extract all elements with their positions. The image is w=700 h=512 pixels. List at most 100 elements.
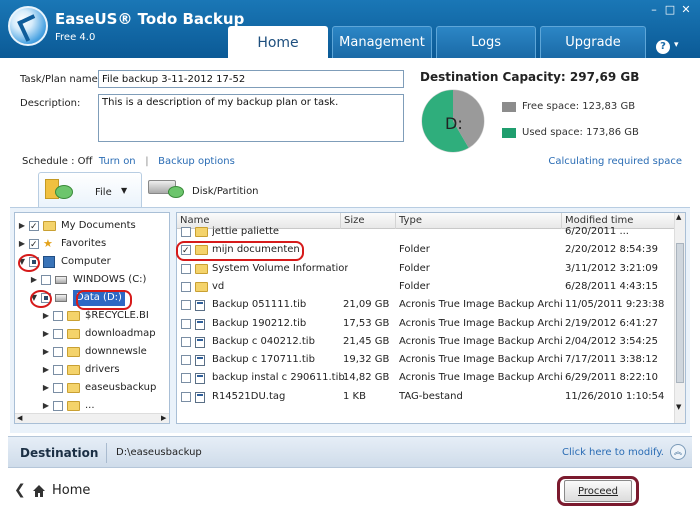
table-row[interactable]: Backup c 040212.tib 21,45 GB Acronis True … <box>177 333 675 351</box>
row-checkbox[interactable] <box>181 373 191 384</box>
expand-icon[interactable]: ▶ <box>41 379 51 397</box>
file-icon <box>195 355 205 367</box>
tree-checkbox[interactable] <box>53 329 63 339</box>
table-row[interactable]: System Volume Information Folder 3/11/2012… <box>177 260 675 278</box>
table-row[interactable]: Backup c 170711.tib 19,32 GB Acronis True … <box>177 351 675 369</box>
scroll-left-icon[interactable]: ◀ <box>17 414 22 422</box>
destination-separator <box>106 443 107 463</box>
home-icon[interactable] <box>32 484 46 498</box>
backup-options-link[interactable]: Backup options <box>158 156 235 167</box>
close-icon[interactable]: ✕ <box>678 3 694 16</box>
drive-icon <box>55 294 67 302</box>
tree-item-label: drivers <box>85 364 120 375</box>
expand-icon[interactable]: ▶ <box>29 271 39 289</box>
file-list-scrollbar[interactable]: ▲ ▼ <box>674 213 685 423</box>
row-checkbox[interactable] <box>181 227 191 237</box>
cell-name: Backup 190212.tib <box>212 317 307 329</box>
tab-home[interactable]: Home <box>228 26 328 58</box>
expand-icon[interactable]: ▶ <box>41 343 51 361</box>
tree-checkbox[interactable] <box>41 275 51 285</box>
tree-item[interactable]: ▶ ★ Favorites <box>15 235 169 254</box>
row-checkbox[interactable] <box>181 263 191 274</box>
scroll-right-icon[interactable]: ▶ <box>161 414 166 422</box>
tree-item-label: Favorites <box>61 238 107 249</box>
tree-item[interactable]: ▶ downloadmap <box>15 325 169 343</box>
tree-item[interactable]: ▶... <box>15 397 169 415</box>
table-row[interactable]: vd Folder 6/28/2011 4:43:15 <box>177 278 675 296</box>
file-green-icon <box>55 185 73 199</box>
annotation-box-mijn-documenten <box>176 241 304 261</box>
tree-item[interactable]: ▶ My Documents <box>15 217 169 236</box>
row-checkbox[interactable] <box>181 391 191 402</box>
annotation-box-proceed <box>557 476 639 506</box>
scroll-down-icon[interactable]: ▼ <box>676 403 681 411</box>
file-list-scroll-thumb[interactable] <box>676 243 684 383</box>
tree-checkbox[interactable] <box>53 383 63 393</box>
tab-management[interactable]: Management <box>332 26 432 58</box>
modify-destination-link[interactable]: Click here to modify. <box>562 447 664 458</box>
cell-modified: 6/29/2011 8:22:10 <box>565 372 659 384</box>
expand-icon[interactable]: ▶ <box>17 235 27 253</box>
collapse-up-icon[interactable]: ︽ <box>670 444 686 460</box>
table-row[interactable]: Backup 051111.tib 21,09 GB Acronis True Im… <box>177 296 675 314</box>
calculating-space-link[interactable]: Calculating required space <box>548 156 682 167</box>
schedule-status: Schedule : Off <box>22 156 93 167</box>
file-icon <box>195 300 205 312</box>
tree-item-label: My Documents <box>61 220 136 231</box>
folder-icon <box>195 281 208 292</box>
schedule-separator: | <box>145 156 149 167</box>
table-row[interactable]: backup instal c 290611.tib 14,82 GB Acroni… <box>177 369 675 387</box>
cell-name: Backup 051111.tib <box>212 299 307 311</box>
back-arrow-icon[interactable]: ❮ <box>14 482 26 498</box>
expand-icon[interactable]: ▶ <box>41 325 51 343</box>
row-checkbox[interactable] <box>181 318 191 329</box>
table-row[interactable]: jettie paliette 6/20/2011 ... <box>177 223 675 241</box>
expand-icon[interactable]: ▶ <box>41 397 51 415</box>
row-checkbox[interactable] <box>181 300 191 311</box>
expand-icon[interactable]: ▶ <box>17 217 27 235</box>
table-row[interactable]: Backup 190212.tib 17,53 GB Acronis True Im… <box>177 315 675 333</box>
tree-checkbox[interactable] <box>53 365 63 375</box>
expand-icon[interactable]: ▶ <box>41 307 51 325</box>
cell-name: Backup c 170711.tib <box>212 354 315 366</box>
row-checkbox[interactable] <box>181 355 191 366</box>
file-dropdown-icon[interactable]: ▼ <box>121 186 127 195</box>
table-row[interactable]: R14521DU.tag 1 KB TAG-bestand 11/26/2010 1:… <box>177 388 675 406</box>
tab-file[interactable]: File ▼ <box>38 172 142 208</box>
free-space-swatch <box>502 102 516 112</box>
cell-name: vd <box>212 280 225 292</box>
minimize-icon[interactable]: – <box>646 3 662 16</box>
tree-item[interactable]: ▶ WINDOWS (C:) <box>15 271 169 289</box>
cell-modified: 11/05/2011 9:23:38 <box>565 299 665 311</box>
row-checkbox[interactable] <box>181 281 191 292</box>
help-dropdown-icon[interactable]: ▾ <box>674 40 679 50</box>
cell-modified: 2/19/2012 6:41:27 <box>565 317 659 329</box>
task-name-input[interactable] <box>98 70 404 88</box>
tree-checkbox[interactable] <box>29 236 39 254</box>
destination-title: Destination <box>20 446 99 460</box>
row-checkbox[interactable] <box>181 336 191 347</box>
tab-upgrade[interactable]: Upgrade <box>540 26 646 58</box>
tree-item[interactable]: ▶ easeusbackup <box>15 379 169 397</box>
description-textarea[interactable]: This is a description of my backup plan … <box>98 94 404 142</box>
help-icon[interactable]: ? <box>656 40 670 54</box>
maximize-icon[interactable]: □ <box>662 3 678 16</box>
cell-name: backup instal c 290611.tib <box>212 372 345 384</box>
tree-item-label: WINDOWS (C:) <box>73 274 147 285</box>
tree-checkbox[interactable] <box>53 347 63 357</box>
cell-size: 21,45 GB <box>343 335 390 347</box>
tree-checkbox[interactable] <box>53 401 63 411</box>
tree-item[interactable]: ▶ downnewsle <box>15 343 169 361</box>
home-link[interactable]: Home <box>52 483 90 498</box>
tree-item-label: downloadmap <box>85 328 156 339</box>
folder-tree: ◀ ▶ ▶My Documents▶★Favorites▼Computer▶WI… <box>14 212 170 424</box>
tree-checkbox[interactable] <box>53 311 63 321</box>
turn-on-link[interactable]: Turn on <box>99 156 136 167</box>
tree-item[interactable]: ▶ drivers <box>15 361 169 379</box>
tree-item-label: Computer <box>61 256 111 267</box>
scroll-up-icon[interactable]: ▲ <box>676 213 681 221</box>
expand-icon[interactable]: ▶ <box>41 361 51 379</box>
tab-logs[interactable]: Logs <box>436 26 536 58</box>
tree-checkbox[interactable] <box>29 218 39 236</box>
tab-disk-partition[interactable]: Disk/Partition <box>192 186 259 197</box>
